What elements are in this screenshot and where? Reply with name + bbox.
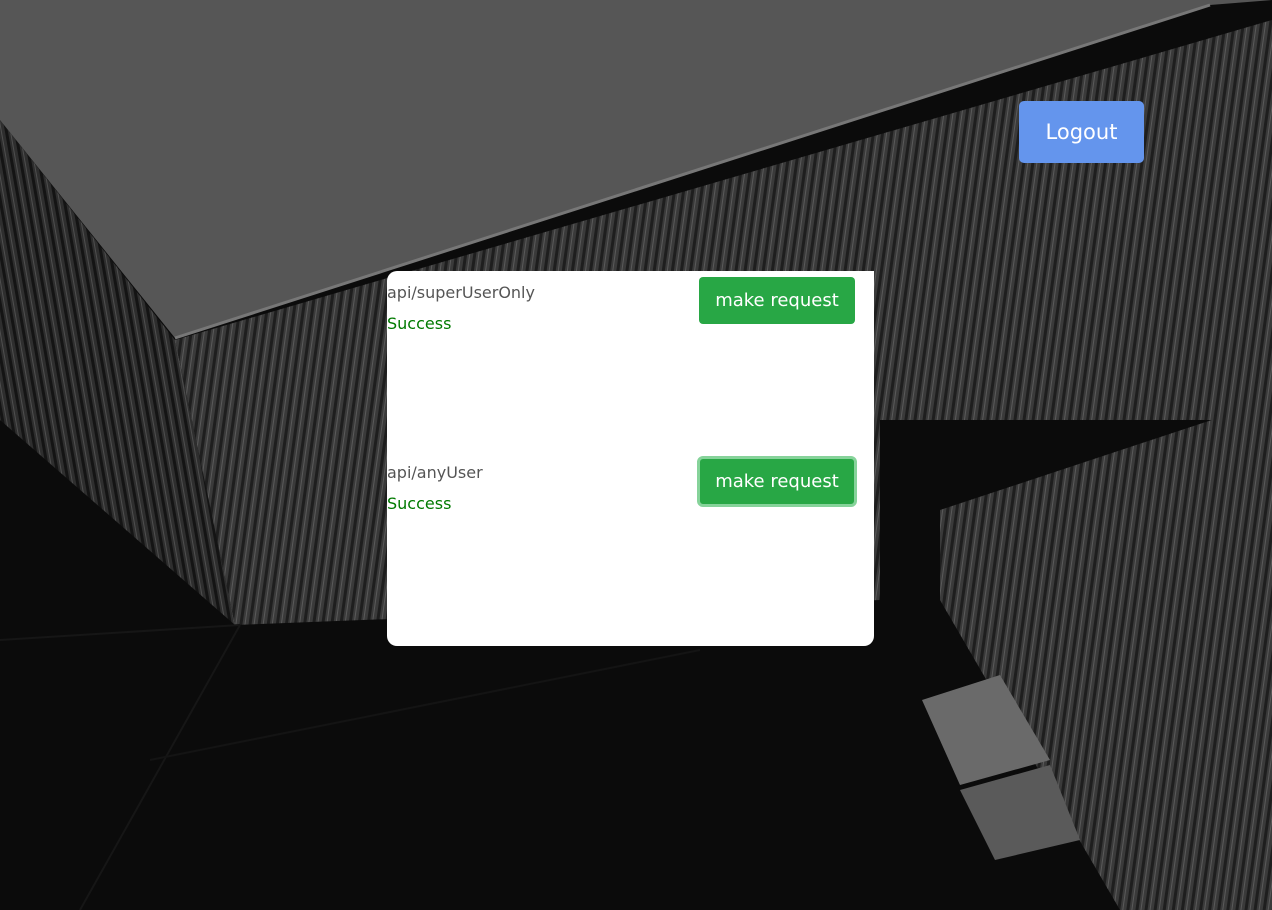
endpoint-status: Success: [387, 314, 452, 333]
api-request-card: api/superUserOnly Success make request a…: [387, 271, 874, 646]
make-request-button[interactable]: make request: [699, 277, 855, 324]
make-request-button[interactable]: make request: [697, 456, 857, 507]
endpoint-status: Success: [387, 494, 452, 513]
logout-button[interactable]: Logout: [1019, 101, 1144, 163]
endpoint-row-any-user: api/anyUser Success make request: [387, 451, 874, 631]
endpoint-path: api/superUserOnly: [387, 283, 535, 302]
endpoint-path: api/anyUser: [387, 463, 483, 482]
endpoint-row-super-user: api/superUserOnly Success make request: [387, 271, 874, 451]
page: Logout api/superUserOnly Success make re…: [0, 0, 1272, 910]
